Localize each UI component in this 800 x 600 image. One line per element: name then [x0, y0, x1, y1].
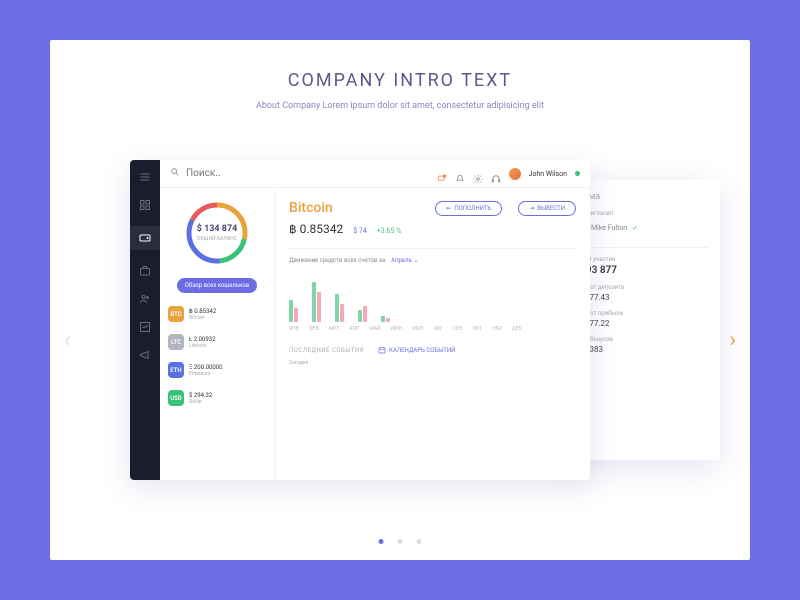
briefcase-icon[interactable] [138, 264, 152, 278]
month-tick: МАЙ [369, 326, 380, 332]
status-dot [575, 171, 580, 176]
chart-icon[interactable] [138, 320, 152, 334]
month-tick: ФЕВ [309, 326, 319, 332]
chat-icon[interactable] [437, 169, 447, 179]
profit-label: Бонус от прибыли [572, 310, 708, 317]
events-label: ПОСЛЕДНИЕ СОБЫТИЯ [289, 347, 364, 354]
wallet-icon[interactable] [130, 226, 160, 250]
sidebar-nav [130, 160, 160, 480]
month-tick: ЯНВ [289, 326, 299, 332]
month-tick: АВГ [434, 326, 443, 332]
coin-pct: +3.65 % [377, 227, 401, 235]
megaphone-icon[interactable] [138, 348, 152, 362]
balance-amount: $ 134 874 [197, 224, 237, 234]
search-icon[interactable] [170, 167, 180, 180]
wallet-amount: Ξ 200.00000 [189, 364, 222, 371]
month-tick: АПР [349, 326, 359, 332]
bar-chart [289, 272, 576, 322]
coin-badge: LTC [168, 334, 184, 350]
topup-button[interactable]: ⇤ПОПОЛНИТЬ [435, 201, 502, 216]
bar-in [335, 294, 339, 322]
month-tick: НБР [492, 326, 502, 332]
wallet-name: Dollar [189, 399, 212, 405]
month-tick: СЕН [453, 326, 463, 332]
deposit-label: Бонус от депозита [572, 284, 708, 291]
bar-out [317, 292, 321, 322]
balance-panel: $ 134 874 ОБЩИЙ БАЛАНС Обзор всех кошель… [160, 188, 275, 480]
users-icon[interactable] [138, 292, 152, 306]
coin-title: Bitcoin [289, 200, 333, 216]
coin-badge: USD [168, 390, 184, 406]
chart-label: Движение средств всех счетов за [289, 257, 385, 264]
wallet-item[interactable]: BTC ฿ 0.85342Bitcoin [166, 303, 268, 325]
today-label: Сегодня [289, 360, 576, 366]
bar-out [386, 318, 390, 322]
calendar-link[interactable]: КАЛЕНДАРЬ СОБЫТИЙ [378, 346, 455, 354]
coin-detail: Bitcoin ⇤ПОПОЛНИТЬ ⇥ВЫВЕСТИ ฿ 0.85342 $ … [275, 188, 590, 480]
gear-icon[interactable] [473, 169, 483, 179]
wallet-amount: Ł 2.00932 [189, 336, 216, 343]
wallet-name: Bitcoin [189, 315, 216, 321]
carousel-next[interactable]: › [729, 328, 736, 353]
profit-value: $ 3 877.22 [572, 319, 708, 328]
bar-out [294, 308, 298, 322]
hero-title: COMPANY INTRO TEXT [50, 70, 750, 91]
bar-out [363, 306, 367, 322]
hero-subtitle: About Company Lorem ipsum dolor sit amet… [50, 101, 750, 111]
bar-in [312, 282, 316, 322]
avatar[interactable] [509, 168, 521, 180]
bar-in [289, 300, 293, 322]
coin-usd: $ 74 [353, 227, 367, 235]
coin-badge: BTC [168, 306, 184, 322]
side-heading: рамма [572, 192, 708, 202]
balance-donut: $ 134 874 ОБЩИЙ БАЛАНС [182, 198, 252, 268]
bar-in [381, 316, 385, 322]
withdraw-button[interactable]: ⇥ВЫВЕСТИ [518, 201, 576, 216]
wallet-item[interactable]: USD $ 294.32Dollar [166, 387, 268, 409]
menu-icon[interactable] [138, 170, 152, 184]
stats-label: оборот участия [572, 256, 708, 263]
month-tick: ИЮЛ [412, 326, 424, 332]
deposit-value: $ 5 877.43 [572, 293, 708, 302]
bell-icon[interactable] [455, 169, 465, 179]
coin-amount: ฿ 0.85342 [289, 222, 343, 236]
headset-icon[interactable] [491, 169, 501, 179]
wallet-amount: ฿ 0.85342 [189, 308, 216, 315]
bar-out [340, 304, 344, 322]
month-tick: ИЮН [390, 326, 402, 332]
bar-in [358, 310, 362, 322]
month-select[interactable]: Апрель ⌄ [391, 257, 418, 264]
topbar: John Wilson [160, 160, 590, 188]
month-tick: ОКТ [472, 326, 482, 332]
carousel-dots [379, 539, 422, 544]
month-tick: ДЕК [512, 326, 522, 332]
coin-badge: ETH [168, 362, 184, 378]
balance-label: ОБЩИЙ БАЛАНС [197, 236, 237, 242]
grid-icon[interactable] [138, 198, 152, 212]
dot-3[interactable] [415, 538, 422, 545]
invite-label: Вас пригласил: [572, 210, 708, 217]
view-wallets-button[interactable]: Обзор всех кошельков [177, 278, 257, 293]
month-tick: МРТ [329, 326, 340, 332]
search-input[interactable] [186, 168, 246, 179]
wallet-item[interactable]: ETH Ξ 200.00000Ethereum [166, 359, 268, 381]
user-name: John Wilson [529, 170, 567, 178]
wallet-name: Ethereum [189, 371, 222, 377]
inviter-name: Mike Fulton [591, 224, 627, 232]
dot-1[interactable] [377, 538, 384, 545]
wallet-amount: $ 294.32 [189, 392, 212, 399]
dot-2[interactable] [396, 538, 403, 545]
all-value: $ 10 383 [572, 345, 708, 354]
wallet-name: Litecoin [189, 343, 216, 349]
wallet-item[interactable]: LTC Ł 2.00932Litecoin [166, 331, 268, 353]
carousel-prev[interactable]: ‹ [64, 328, 71, 353]
stats-total: $ 293 877 [572, 265, 708, 276]
all-label: Итого бонусов [572, 336, 708, 343]
dashboard-card: John Wilson [130, 160, 590, 480]
